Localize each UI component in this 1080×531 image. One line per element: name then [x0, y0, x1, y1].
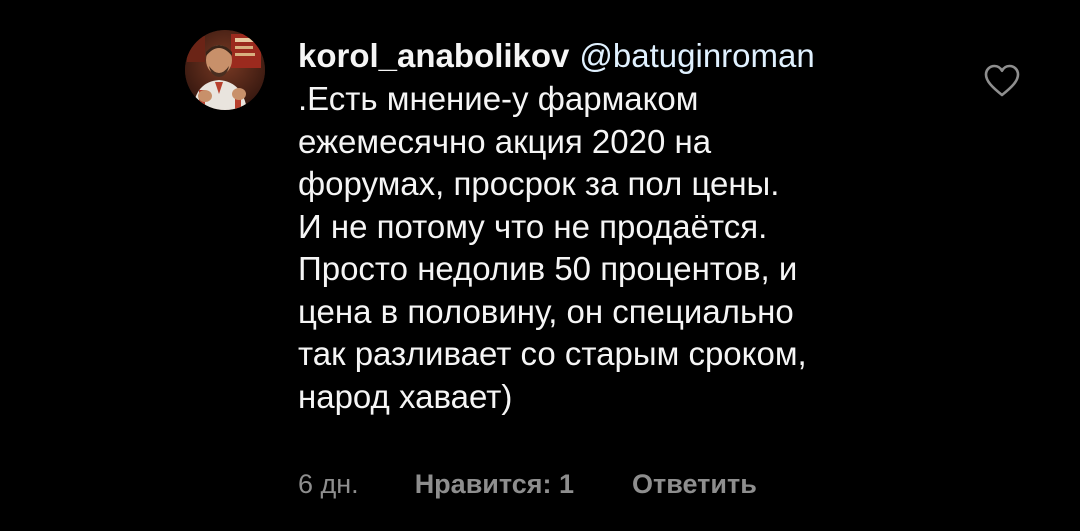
comment-text: .Есть мнение-у фармаком ежемесячно акция…	[298, 80, 807, 415]
reply-button[interactable]: Ответить	[632, 466, 757, 502]
comment-header: korol_anabolikov @batuginroman	[298, 34, 938, 78]
comment-content: korol_anabolikov @batuginroman .Есть мнен…	[298, 34, 938, 418]
comment: korol_anabolikov @batuginroman .Есть мнен…	[0, 0, 1080, 531]
mention-link[interactable]: @batuginroman	[579, 37, 814, 74]
username-link[interactable]: korol_anabolikov	[298, 37, 569, 74]
avatar[interactable]	[185, 30, 265, 110]
likes-count-button[interactable]: Нравится: 1	[415, 466, 574, 502]
heart-outline-icon[interactable]	[984, 64, 1020, 98]
comment-footer: 6 дн. Нравится: 1 Ответить	[298, 466, 757, 502]
avatar-image	[185, 30, 265, 110]
comment-time: 6 дн.	[298, 469, 359, 499]
